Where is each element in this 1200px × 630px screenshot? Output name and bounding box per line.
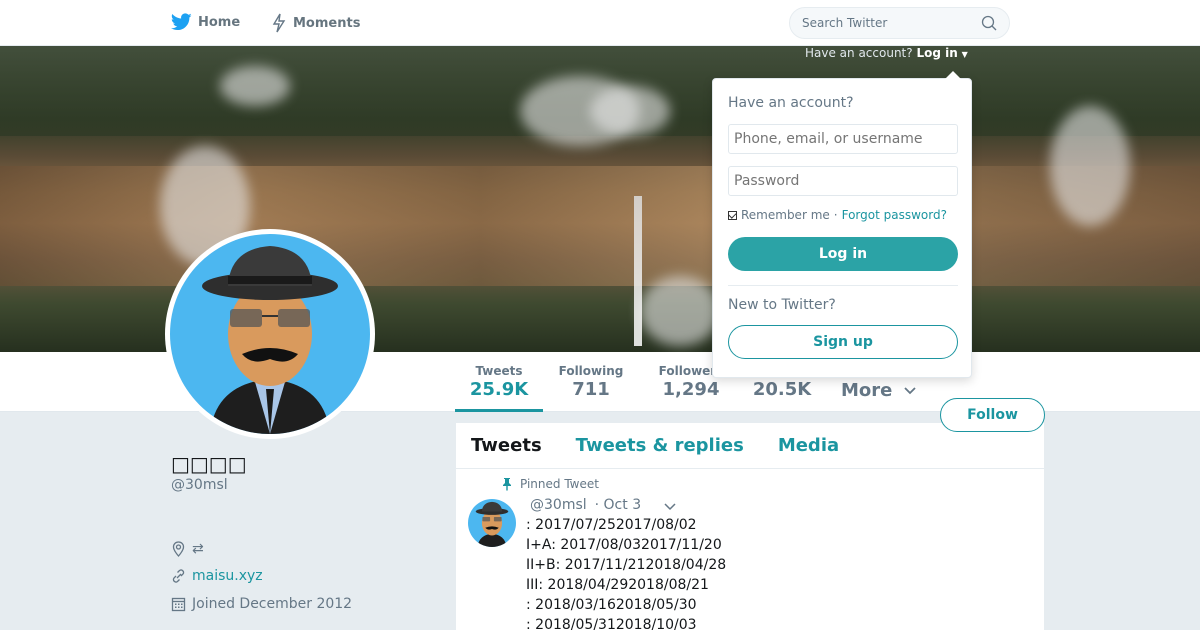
remember-label[interactable]: Remember me bbox=[741, 208, 830, 222]
account-hint[interactable]: Have an account? Log in ▼ bbox=[805, 46, 968, 60]
stat-likes-value: 20.5K bbox=[752, 379, 812, 400]
nav-home[interactable]: Home bbox=[171, 13, 240, 31]
account-hint-login[interactable]: Log in bbox=[916, 46, 957, 60]
separator-dot: · bbox=[833, 208, 838, 222]
banner-mist bbox=[220, 66, 290, 106]
tweet-line: : 2017/07/252017/08/02 bbox=[526, 517, 697, 533]
remember-row: Remember me · Forgot password? bbox=[728, 208, 947, 222]
profile-website[interactable]: maisu.xyz bbox=[171, 568, 263, 584]
username-field[interactable] bbox=[728, 124, 958, 154]
nav-moments-label: Moments bbox=[293, 15, 361, 31]
link-icon bbox=[172, 569, 185, 583]
profile-location-text: ⇄ bbox=[192, 541, 204, 557]
banner-mist bbox=[1050, 106, 1130, 226]
chevron-down-icon[interactable] bbox=[663, 502, 677, 512]
dropdown-divider bbox=[728, 285, 958, 286]
account-hint-question: Have an account? bbox=[805, 46, 913, 60]
tab-tweets[interactable]: Tweets bbox=[471, 435, 542, 456]
tweet-line: I+A: 2017/08/032017/11/20 bbox=[526, 537, 722, 553]
pinned-tweet-label: Pinned Tweet bbox=[502, 477, 599, 491]
chevron-down-icon: ▼ bbox=[961, 50, 968, 59]
chevron-down-icon bbox=[904, 387, 916, 395]
profile-location: ⇄ bbox=[171, 541, 204, 557]
signup-button[interactable]: Sign up bbox=[728, 325, 958, 359]
banner-waterfall bbox=[634, 196, 642, 346]
search-placeholder: Search Twitter bbox=[802, 16, 888, 30]
forgot-password-link[interactable]: Forgot password? bbox=[842, 208, 947, 222]
tweet-avatar[interactable] bbox=[468, 499, 516, 547]
more-menu-button[interactable]: More bbox=[841, 380, 917, 401]
dropdown-caret bbox=[945, 71, 961, 79]
login-button[interactable]: Log in bbox=[728, 237, 958, 271]
more-label: More bbox=[841, 380, 893, 401]
stat-following[interactable]: Following 711 bbox=[555, 364, 627, 400]
lightning-icon bbox=[272, 13, 286, 33]
tweet-header: @30msl · Oct 3 bbox=[530, 497, 677, 513]
stat-following-label: Following bbox=[558, 364, 624, 378]
new-to-twitter: New to Twitter? bbox=[728, 297, 836, 313]
calendar-icon bbox=[171, 597, 186, 612]
timeline: Tweets Tweets & replies Media Pinned Twe… bbox=[456, 423, 1044, 630]
stat-tweets-value: 25.9K bbox=[469, 379, 529, 400]
nav-moments[interactable]: Moments bbox=[271, 13, 360, 33]
password-field[interactable] bbox=[728, 166, 958, 196]
stat-followers-value: 1,294 bbox=[662, 379, 720, 400]
tweet-text: : 2017/07/252017/08/02 I+A: 2017/08/0320… bbox=[526, 515, 726, 630]
tweet-line: : 2018/03/162018/05/30 bbox=[526, 597, 697, 613]
profile-joined: Joined December 2012 bbox=[171, 596, 352, 612]
pinned-text: Pinned Tweet bbox=[520, 477, 599, 491]
stat-tweets[interactable]: Tweets 25.9K bbox=[455, 364, 543, 412]
profile-name: □□□□ bbox=[171, 452, 247, 476]
avatar-image bbox=[170, 234, 370, 434]
tweet-date[interactable]: · Oct 3 bbox=[595, 497, 641, 513]
profile-avatar[interactable] bbox=[165, 229, 375, 439]
stat-following-value: 711 bbox=[572, 379, 610, 400]
twitter-bird-icon bbox=[171, 13, 192, 31]
tweet-line: : 2018/05/312018/10/03 bbox=[526, 617, 697, 630]
tab-media[interactable]: Media bbox=[778, 435, 839, 456]
profile-joined-text: Joined December 2012 bbox=[192, 596, 353, 612]
follow-button[interactable]: Follow bbox=[940, 398, 1045, 432]
remember-checkbox[interactable] bbox=[728, 210, 737, 220]
avatar-character-icon bbox=[475, 501, 509, 547]
tweet-line: II+B: 2017/11/212018/04/28 bbox=[526, 557, 727, 573]
search-icon[interactable] bbox=[981, 15, 997, 31]
nav-home-label: Home bbox=[198, 14, 241, 30]
avatar-character-icon bbox=[202, 246, 338, 434]
dropdown-title: Have an account? bbox=[728, 95, 854, 111]
banner-mist bbox=[640, 276, 720, 346]
tab-tweets-replies[interactable]: Tweets & replies bbox=[576, 435, 744, 456]
login-dropdown: Have an account? Remember me · Forgot pa… bbox=[712, 71, 972, 378]
tweet-line: III: 2018/04/292018/08/21 bbox=[526, 577, 709, 593]
top-navigation-bar: Home Moments Search Twitter bbox=[0, 0, 1200, 46]
banner-mist bbox=[590, 86, 670, 136]
stat-tweets-label: Tweets bbox=[475, 364, 523, 378]
profile-website-link[interactable]: maisu.xyz bbox=[192, 568, 263, 584]
location-pin-icon bbox=[172, 541, 185, 557]
tweet-handle[interactable]: @30msl bbox=[530, 497, 587, 513]
profile-handle: @30msl bbox=[171, 477, 228, 493]
search-input[interactable]: Search Twitter bbox=[789, 7, 1010, 39]
pin-icon bbox=[503, 478, 511, 491]
